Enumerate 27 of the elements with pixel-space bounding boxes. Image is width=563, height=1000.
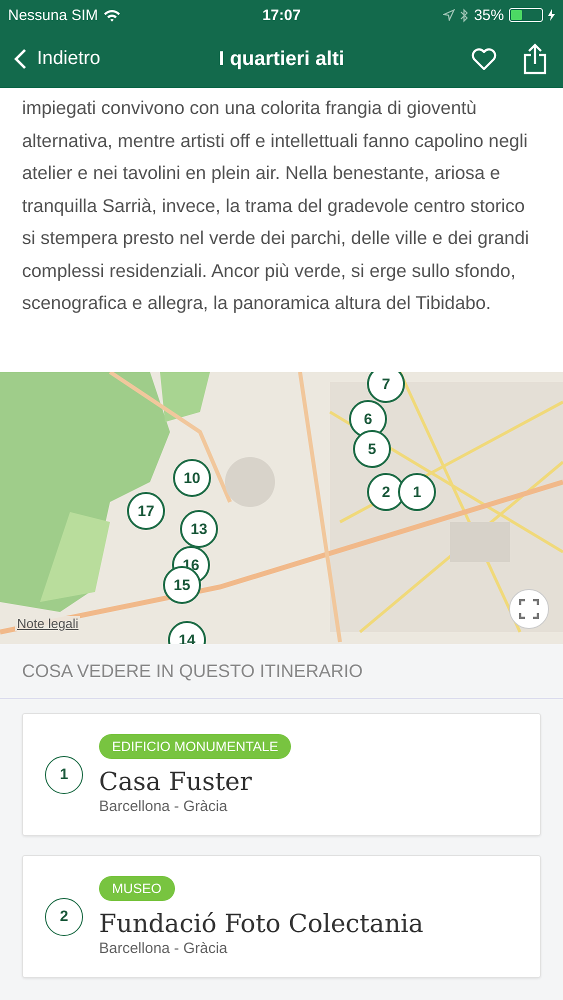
place-card[interactable]: 1 EDIFICIO MONUMENTALE Casa Fuster Barcellona - Gràcia <box>22 713 541 836</box>
location-arrow-icon <box>442 9 455 21</box>
heart-icon[interactable] <box>471 48 497 70</box>
legal-notes-link[interactable]: Note legali <box>15 616 80 631</box>
expand-icon <box>519 599 539 619</box>
number-circle: 1 <box>45 756 83 794</box>
intro-paragraph: impiegati convivono con una colorita frangia di gioventù alternativa, mentre artisti off e intellettuali fanno capolino negli atelier e nei tavolini en plein air. Nella benestante, ariosa e tranquilla Sarrià, invece, la trama del gradevole centro storico si stempera presto nel verde dei parchi, delle ville e dei grandi complessi residenziali. Ancor più verde, si erge sullo sfondo, scenografica e allegra, la panoramica altura del Tibidabo. <box>0 88 563 372</box>
category-tag: EDIFICIO MONUMENTALE <box>99 734 292 759</box>
place-card[interactable]: 2 MUSEO Fundació Foto Colectania Barcellona - Gràcia <box>22 855 541 978</box>
carrier-name: Nessuna SIM <box>8 6 98 24</box>
place-location: Barcellona - Gràcia <box>99 798 228 815</box>
place-name: Fundació Foto Colectania <box>99 909 424 938</box>
place-location: Barcellona - Gràcia <box>99 940 228 957</box>
bluetooth-icon <box>460 8 469 22</box>
wifi-icon <box>103 8 122 22</box>
back-button[interactable]: Indietro <box>14 48 100 70</box>
number-circle: 2 <box>45 898 83 936</box>
share-icon[interactable] <box>523 43 547 75</box>
clock-time: 17:07 <box>262 6 301 24</box>
charging-bolt-icon <box>548 9 555 21</box>
place-name: Casa Fuster <box>99 767 252 796</box>
chevron-left-icon <box>14 48 27 70</box>
battery-percent: 35% <box>474 6 504 24</box>
category-tag: MUSEO <box>99 876 175 901</box>
section-heading: COSA VEDERE IN QUESTO ITINERARIO <box>22 660 363 682</box>
screen-title: I quartieri alti <box>218 48 344 70</box>
battery-icon <box>509 8 543 22</box>
